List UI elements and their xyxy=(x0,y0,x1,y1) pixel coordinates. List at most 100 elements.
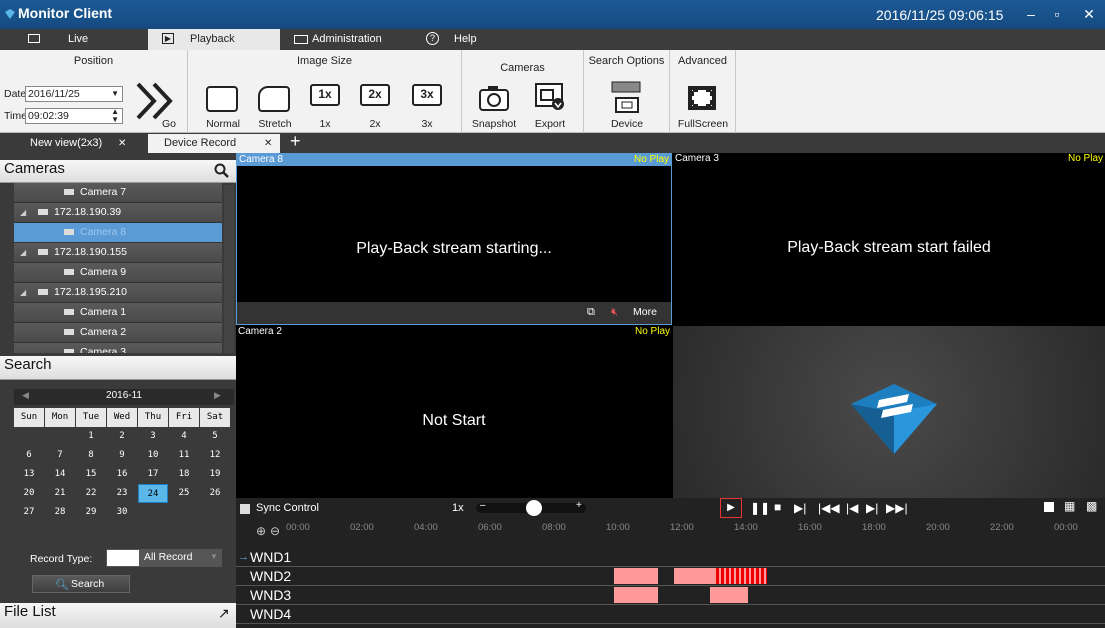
zoom-2x-button[interactable]: 2x xyxy=(360,118,390,130)
tab-close-icon[interactable]: ✕ xyxy=(264,134,272,153)
video-pane-3[interactable]: Camera 2 No Play Not Start xyxy=(236,326,672,498)
next-month-icon[interactable]: ▶ xyxy=(214,390,221,401)
record-segment[interactable] xyxy=(709,587,748,603)
zoom-2x-icon[interactable]: 2x xyxy=(360,84,390,106)
tree-camera-node[interactable]: Camera 8 xyxy=(14,223,222,243)
expand-arrow-icon[interactable]: ◢ xyxy=(20,243,26,262)
calendar-day[interactable]: 9 xyxy=(107,446,137,465)
more-button[interactable]: More xyxy=(633,306,657,318)
calendar-day[interactable]: 13 xyxy=(14,465,44,484)
record-segment[interactable] xyxy=(674,568,716,584)
calendar-day[interactable]: 6 xyxy=(14,446,44,465)
video-pane-2[interactable]: Camera 3 No Play Play-Back stream start … xyxy=(673,153,1105,325)
calendar-day[interactable]: 16 xyxy=(107,465,137,484)
calendar-day[interactable]: 15 xyxy=(76,465,106,484)
add-tab-icon[interactable]: + xyxy=(290,131,301,152)
zoom-3x-button[interactable]: 3x xyxy=(412,118,442,130)
tab-new-view[interactable]: New view(2x3) ✕ xyxy=(0,134,146,153)
search-icon[interactable] xyxy=(214,163,230,179)
pause-icon[interactable]: ❚❚ xyxy=(750,501,770,515)
calendar-day[interactable]: 24 xyxy=(138,484,168,503)
play-button[interactable]: ▶ xyxy=(720,498,742,518)
tab-live[interactable]: Live xyxy=(0,29,140,50)
slider-thumb[interactable] xyxy=(526,500,542,516)
zoom-3x-icon[interactable]: 3x xyxy=(412,84,442,106)
zoom-1x-icon[interactable]: 1x xyxy=(310,84,340,106)
sync-checkbox[interactable] xyxy=(240,504,250,514)
tree-camera-node[interactable]: Camera 3 xyxy=(14,343,222,353)
next-icon[interactable]: ▶| xyxy=(866,501,878,515)
scrollbar[interactable] xyxy=(224,185,234,353)
fullscreen-button[interactable]: FullScreen xyxy=(670,118,736,130)
record-segment[interactable] xyxy=(613,568,659,584)
tree-camera-node[interactable]: Camera 7 xyxy=(14,183,222,203)
calendar-day[interactable]: 12 xyxy=(200,446,230,465)
record-type-select[interactable]: All Record ▼ xyxy=(106,549,222,567)
tab-playback[interactable]: ▶ Playback xyxy=(148,29,280,50)
tree-device-node[interactable]: ◢ 172.18.195.210 xyxy=(14,283,222,303)
layout-4-icon[interactable]: ▦ xyxy=(1064,499,1075,513)
expand-arrow-icon[interactable]: ◢ xyxy=(20,203,26,222)
tree-camera-node[interactable]: Camera 1 xyxy=(14,303,222,323)
layout-9-icon[interactable]: ▩ xyxy=(1086,499,1097,513)
minus-icon[interactable]: – xyxy=(480,500,486,511)
stretch-icon[interactable] xyxy=(258,86,290,112)
calendar-day[interactable]: 3 xyxy=(138,427,168,446)
tab-device-record[interactable]: Device Record ✕ xyxy=(148,134,280,153)
normal-icon[interactable] xyxy=(206,86,238,112)
normal-button[interactable]: Normal xyxy=(198,118,248,130)
calendar-day[interactable]: 18 xyxy=(169,465,199,484)
plus-icon[interactable]: + xyxy=(576,500,582,511)
calendar-day[interactable]: 25 xyxy=(169,484,199,503)
calendar-day[interactable]: 28 xyxy=(45,503,75,522)
timeline-row[interactable]: → WND1 xyxy=(236,548,1105,567)
layout-1-icon[interactable] xyxy=(1044,502,1054,512)
timeline-row[interactable]: WND4 xyxy=(236,605,1105,624)
calendar-day[interactable]: 29 xyxy=(76,503,106,522)
tab-help[interactable]: ? Help xyxy=(412,29,542,50)
close-icon[interactable]: ✕ xyxy=(1077,4,1101,24)
calendar-day[interactable]: 23 xyxy=(107,484,137,503)
tab-administration[interactable]: Administration xyxy=(282,29,410,50)
time-spinner[interactable]: 09:02:39 ▲ ▼ xyxy=(25,108,123,124)
stretch-button[interactable]: Stretch xyxy=(250,118,300,130)
video-pane-1[interactable]: Camera 8 No Play Play-Back stream starti… xyxy=(236,153,672,325)
speed-slider[interactable]: – + xyxy=(476,500,586,516)
calendar-day[interactable]: 27 xyxy=(14,503,44,522)
go-button[interactable]: Go xyxy=(162,118,176,130)
expand-arrow-icon[interactable]: ◢ xyxy=(20,283,26,302)
camera-snapshot-icon[interactable] xyxy=(478,84,510,112)
device-icon[interactable] xyxy=(608,78,646,114)
tree-device-node[interactable]: ◢ 172.18.190.155 xyxy=(14,243,222,263)
expand-icon[interactable]: ↗ xyxy=(218,605,230,622)
tab-close-icon[interactable]: ✕ xyxy=(118,134,126,153)
calendar-day[interactable]: 5 xyxy=(200,427,230,446)
go-icon[interactable] xyxy=(134,80,176,122)
fullscreen-icon[interactable] xyxy=(686,84,718,112)
zoom-1x-button[interactable]: 1x xyxy=(310,118,340,130)
step-back-icon[interactable]: |◀ xyxy=(846,501,858,515)
step-forward-icon[interactable]: ▶| xyxy=(794,501,806,515)
timeline-row[interactable]: WND3 xyxy=(236,586,1105,605)
calendar-day[interactable]: 19 xyxy=(200,465,230,484)
calendar-day[interactable]: 26 xyxy=(200,484,230,503)
alarm-record-segment[interactable] xyxy=(716,568,768,584)
skip-back-icon[interactable]: |◀◀ xyxy=(818,501,840,515)
minimize-icon[interactable]: – xyxy=(1019,4,1043,24)
calendar-day[interactable]: 22 xyxy=(76,484,106,503)
tree-camera-node[interactable]: Camera 2 xyxy=(14,323,222,343)
calendar-day[interactable]: 2 xyxy=(107,427,137,446)
calendar-day[interactable]: 20 xyxy=(14,484,44,503)
tree-device-node[interactable]: ◢ 172.18.190.39 xyxy=(14,203,222,223)
export-icon[interactable] xyxy=(534,82,566,112)
calendar-day[interactable]: 8 xyxy=(76,446,106,465)
stop-icon[interactable]: ■ xyxy=(774,500,781,514)
calendar-day[interactable]: 4 xyxy=(169,427,199,446)
date-picker[interactable]: 2016/11/25 ▼ xyxy=(25,86,123,102)
record-segment[interactable] xyxy=(613,587,659,603)
record-icon[interactable]: ⧉ xyxy=(587,306,595,319)
calendar-day[interactable]: 14 xyxy=(45,465,75,484)
calendar-day[interactable]: 21 xyxy=(45,484,75,503)
timeline-row[interactable]: WND2 xyxy=(236,567,1105,586)
calendar-day[interactable]: 1 xyxy=(76,427,106,446)
